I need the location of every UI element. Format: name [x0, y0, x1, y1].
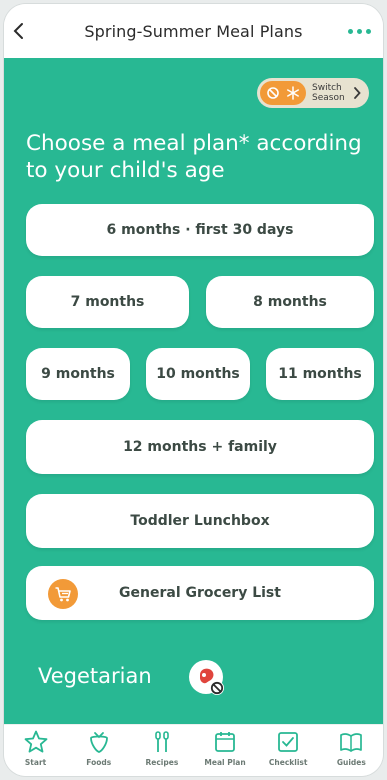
utensils-icon [155, 731, 169, 752]
calendar-icon [215, 732, 235, 752]
book-icon [340, 733, 363, 752]
page-heading: Choose a meal plan* according to your ch… [26, 131, 362, 183]
strawberry-icon [89, 732, 108, 753]
nav-label: Recipes [145, 758, 179, 767]
plan-8-months-button[interactable]: 8 months [206, 276, 374, 328]
plan-label: 11 months [278, 366, 362, 382]
plan-6-months-button[interactable]: 6 months · first 30 days [26, 204, 374, 256]
plan-label: General Grocery List [119, 585, 281, 601]
back-chevron-icon[interactable] [12, 21, 26, 41]
nav-foods[interactable]: Foods [70, 729, 128, 767]
cart-icon [48, 579, 78, 609]
nav-label: Checklist [268, 758, 308, 767]
nav-checklist[interactable]: Checklist [259, 729, 317, 767]
plan-label: 10 months [156, 366, 240, 382]
plan-label: 6 months · first 30 days [106, 222, 294, 238]
switch-season-button[interactable]: Switch Season [257, 78, 369, 108]
chevron-right-icon [354, 87, 361, 99]
nav-label: Start [24, 758, 47, 767]
nav-label: Guides [336, 758, 366, 767]
top-bar: Spring-Summer Meal Plans [4, 4, 383, 58]
plan-label: Toddler Lunchbox [130, 513, 270, 529]
plan-11-months-button[interactable]: 11 months [266, 348, 374, 400]
page-title: Spring-Summer Meal Plans [84, 21, 303, 41]
meal-plan-content: Switch Season Choose a meal plan* accord… [4, 58, 383, 728]
season-toggle [260, 81, 306, 105]
vegetarian-label: Vegetarian [38, 664, 152, 688]
plan-label: 8 months [253, 294, 327, 310]
plan-10-months-button[interactable]: 10 months [146, 348, 250, 400]
nav-guides[interactable]: Guides [322, 729, 380, 767]
switch-season-label: Switch Season [312, 83, 345, 103]
nav-label: Meal Plan [204, 758, 246, 767]
plan-7-months-button[interactable]: 7 months [26, 276, 189, 328]
grocery-list-button[interactable]: General Grocery List [26, 566, 374, 620]
app-frame: Spring-Summer Meal Plans Switch Season C… [4, 4, 383, 776]
plan-label: 9 months [41, 366, 115, 382]
plan-9-months-button[interactable]: 9 months [26, 348, 130, 400]
nav-start[interactable]: Start [7, 729, 65, 767]
no-meat-icon[interactable] [187, 658, 227, 698]
plan-12-months-button[interactable]: 12 months + family [26, 420, 374, 474]
more-options-icon[interactable] [348, 29, 371, 34]
toddler-lunchbox-button[interactable]: Toddler Lunchbox [26, 494, 374, 548]
nav-recipes[interactable]: Recipes [133, 729, 191, 767]
snowflake-icon [287, 86, 299, 100]
plan-label: 7 months [70, 294, 145, 310]
plan-label: 12 months + family [123, 439, 277, 455]
nav-label: Foods [86, 758, 112, 767]
star-icon [24, 730, 47, 753]
bottom-nav: Start Foods Recipes Meal Plan Checklist … [4, 724, 383, 776]
sun-icon [267, 87, 279, 99]
checklist-icon [278, 732, 299, 752]
nav-meal-plan[interactable]: Meal Plan [196, 729, 254, 767]
